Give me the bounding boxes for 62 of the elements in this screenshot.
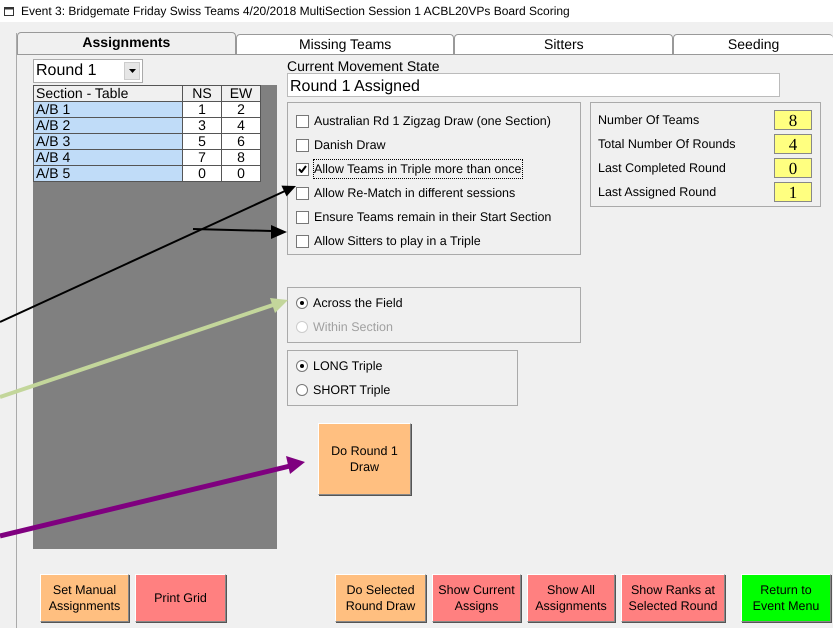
table-cell: 6 xyxy=(222,134,260,150)
stat-label: Total Number Of Rounds xyxy=(598,136,736,153)
stat-value: 8 xyxy=(774,110,812,130)
tab[interactable]: Seeding xyxy=(673,34,833,54)
checkbox-label[interactable]: Australian Rd 1 Zigzag Draw (one Section) xyxy=(314,112,551,130)
stat-label: Number Of Teams xyxy=(598,112,700,129)
action-button[interactable]: Show Ranks at Selected Round xyxy=(621,574,725,622)
checkbox-label[interactable]: Ensure Teams remain in their Start Section xyxy=(314,208,552,226)
checkbox[interactable] xyxy=(296,210,309,224)
window-title: Event 3: Bridgemate Friday Swiss Teams 4/20/2018 MultiSection Session 1 ACBL20VPs Board Scoring xyxy=(21,3,570,20)
table-cell: A/B 5 xyxy=(34,166,182,182)
column-header: EW xyxy=(222,86,260,102)
table-cell: 0 xyxy=(222,166,260,182)
checkbox[interactable] xyxy=(296,138,309,152)
action-button[interactable]: Return to Event Menu xyxy=(741,574,831,622)
checkbox[interactable] xyxy=(296,114,309,128)
table-cell: A/B 3 xyxy=(34,134,182,150)
column-header: NS xyxy=(182,86,222,102)
tab[interactable]: Sitters xyxy=(454,34,674,54)
radio-label[interactable]: Across the Field xyxy=(313,294,403,312)
radio-button[interactable] xyxy=(296,384,308,396)
table-cell: 0 xyxy=(182,166,222,182)
stat-value: 1 xyxy=(774,182,812,202)
action-button[interactable]: Show Current Assigns xyxy=(432,574,521,622)
window-icon xyxy=(4,6,15,16)
draw-button[interactable]: Do Round 1 Draw xyxy=(318,423,411,495)
radio-label[interactable]: LONG Triple xyxy=(313,356,382,376)
round-dropdown[interactable]: Round 1 xyxy=(33,59,143,83)
checkbox[interactable] xyxy=(296,186,309,200)
stat-label: Last Assigned Round xyxy=(598,184,716,201)
action-button[interactable]: Print Grid xyxy=(135,574,226,622)
stat-value: 4 xyxy=(774,134,812,154)
radio-label[interactable]: SHORT Triple xyxy=(313,380,390,400)
table-cell: 5 xyxy=(182,134,222,150)
table-cell: A/B 4 xyxy=(34,150,182,166)
tab[interactable]: Assignments xyxy=(17,32,236,54)
table-cell: A/B 2 xyxy=(34,118,182,134)
field-label: Current Movement State xyxy=(287,59,441,73)
checkbox-label[interactable]: Allow Re-Match in different sessions xyxy=(314,184,516,202)
table-cell: 4 xyxy=(222,118,260,134)
table-cell: 8 xyxy=(222,150,260,166)
checkbox[interactable] xyxy=(296,234,309,248)
radio-button[interactable] xyxy=(296,297,308,309)
checkbox[interactable] xyxy=(296,162,309,176)
tab[interactable]: Missing Teams xyxy=(236,34,454,54)
action-button[interactable]: Do Selected Round Draw xyxy=(335,574,426,622)
action-button[interactable]: Set Manual Assignments xyxy=(40,574,129,622)
action-button[interactable]: Show All Assignments xyxy=(527,574,615,622)
table-cell: 2 xyxy=(222,102,260,118)
table-cell: A/B 1 xyxy=(34,102,182,118)
column-header: Section - Table xyxy=(34,86,182,102)
table-cell: 7 xyxy=(182,150,222,166)
movement-state-field[interactable]: Round 1 Assigned xyxy=(287,73,780,97)
radio-button[interactable] xyxy=(296,360,308,372)
checkbox-label[interactable]: Allow Sitters to play in a Triple xyxy=(314,232,481,250)
table-cell: 3 xyxy=(182,118,222,134)
table-cell: 1 xyxy=(182,102,222,118)
stat-value: 0 xyxy=(774,158,812,178)
caret-icon xyxy=(128,69,136,73)
stat-label: Last Completed Round xyxy=(598,160,726,177)
checkbox-label[interactable]: Allow Teams in Triple more than once xyxy=(314,160,522,178)
checkbox-label[interactable]: Danish Draw xyxy=(314,136,386,154)
